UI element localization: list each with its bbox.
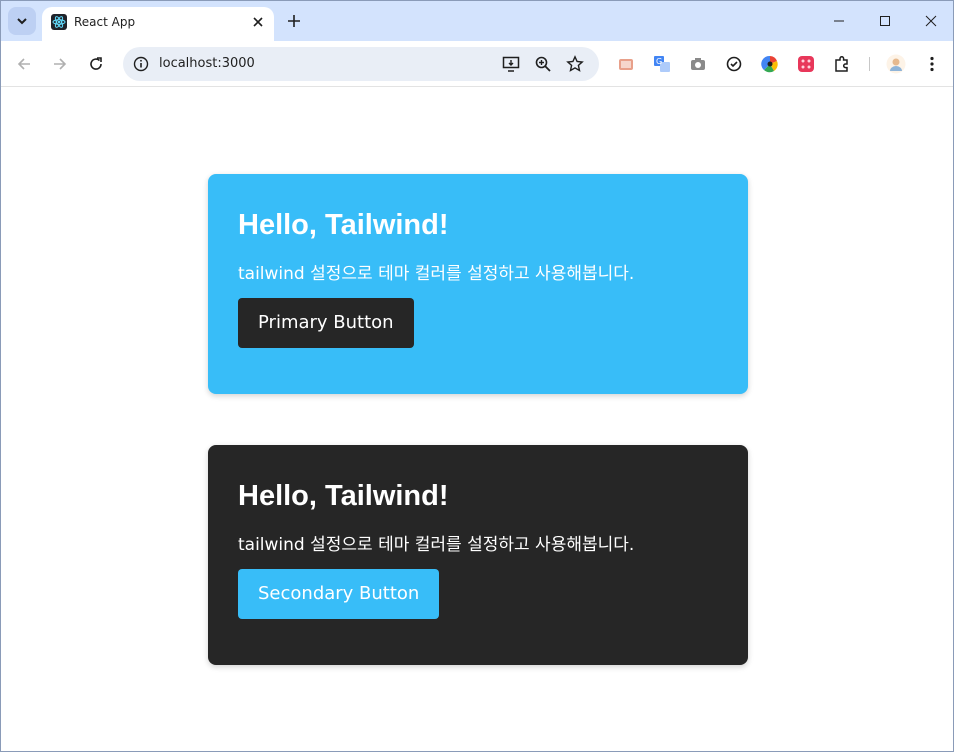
- tab-strip: React App: [1, 1, 953, 41]
- avatar-icon: [886, 54, 906, 74]
- reload-button[interactable]: [82, 50, 110, 78]
- tab-search-button[interactable]: [8, 7, 36, 35]
- camera-icon: [691, 58, 705, 70]
- zoom-icon: [535, 56, 551, 72]
- puzzle-icon: [835, 55, 848, 72]
- zoom-button[interactable]: [533, 54, 553, 74]
- bookmark-button[interactable]: [565, 54, 585, 74]
- card-title: Hello, Tailwind!: [238, 480, 449, 512]
- extension-screenshot-button[interactable]: [687, 53, 709, 75]
- primary-button[interactable]: Primary Button: [238, 298, 414, 348]
- extension-app-icon: [798, 56, 814, 72]
- gallery-icon: [619, 59, 633, 70]
- extension-gallery-button[interactable]: [615, 53, 637, 75]
- extension-color-picker-button[interactable]: [759, 53, 781, 75]
- forward-button[interactable]: [46, 50, 74, 78]
- sync-icon: [726, 56, 742, 72]
- arrow-left-icon: [17, 58, 30, 70]
- tab-close-button[interactable]: [248, 12, 268, 32]
- window-close-button[interactable]: [911, 7, 951, 35]
- star-icon: [566, 55, 584, 72]
- secondary-button[interactable]: Secondary Button: [238, 569, 440, 619]
- plus-icon: [288, 15, 300, 27]
- new-tab-button[interactable]: [283, 10, 305, 32]
- primary-card: Hello, Tailwind! tailwind 설정으로 테마 컬러를 설정…: [208, 174, 748, 394]
- minimize-icon: [834, 20, 844, 22]
- toolbar-divider: [869, 57, 870, 71]
- translate-icon: G: [654, 56, 670, 72]
- info-icon: [133, 56, 149, 72]
- back-button[interactable]: [10, 50, 38, 78]
- extensions-menu-button[interactable]: [831, 53, 853, 75]
- profile-button[interactable]: [885, 53, 907, 75]
- maximize-button[interactable]: [865, 7, 905, 35]
- extension-sync-button[interactable]: [723, 53, 745, 75]
- arrow-right-icon: [54, 58, 67, 70]
- card-title: Hello, Tailwind!: [238, 209, 449, 241]
- close-icon: [925, 15, 937, 27]
- extension-red-button[interactable]: [795, 53, 817, 75]
- secondary-card: Hello, Tailwind! tailwind 설정으로 테마 컬러를 설정…: [208, 445, 748, 665]
- close-icon: [253, 17, 263, 27]
- chevron-down-icon: [17, 18, 27, 25]
- card-description: tailwind 설정으로 테마 컬러를 설정하고 사용해봅니다.: [238, 264, 635, 284]
- react-icon: [51, 14, 67, 30]
- install-app-button[interactable]: [501, 54, 521, 74]
- url-text: localhost:3000: [159, 56, 255, 71]
- maximize-icon: [880, 16, 890, 26]
- browser-window: React App localhost:3000 G Hello, Tailwi…: [0, 0, 954, 752]
- more-vertical-icon: [930, 56, 934, 72]
- minimize-button[interactable]: [819, 7, 859, 35]
- browser-toolbar: localhost:3000 G: [1, 41, 953, 87]
- color-wheel-icon: [761, 55, 778, 73]
- tab-title: React App: [74, 15, 136, 29]
- browser-menu-button[interactable]: [921, 53, 943, 75]
- extension-translate-button[interactable]: G: [651, 53, 673, 75]
- reload-icon: [90, 57, 102, 70]
- card-description: tailwind 설정으로 테마 컬러를 설정하고 사용해봅니다.: [238, 535, 635, 555]
- svg-text:G: G: [656, 57, 662, 66]
- address-bar[interactable]: localhost:3000: [123, 47, 599, 81]
- install-icon: [502, 56, 520, 72]
- tab-react-app[interactable]: React App: [42, 7, 274, 41]
- site-info-button[interactable]: [131, 54, 151, 74]
